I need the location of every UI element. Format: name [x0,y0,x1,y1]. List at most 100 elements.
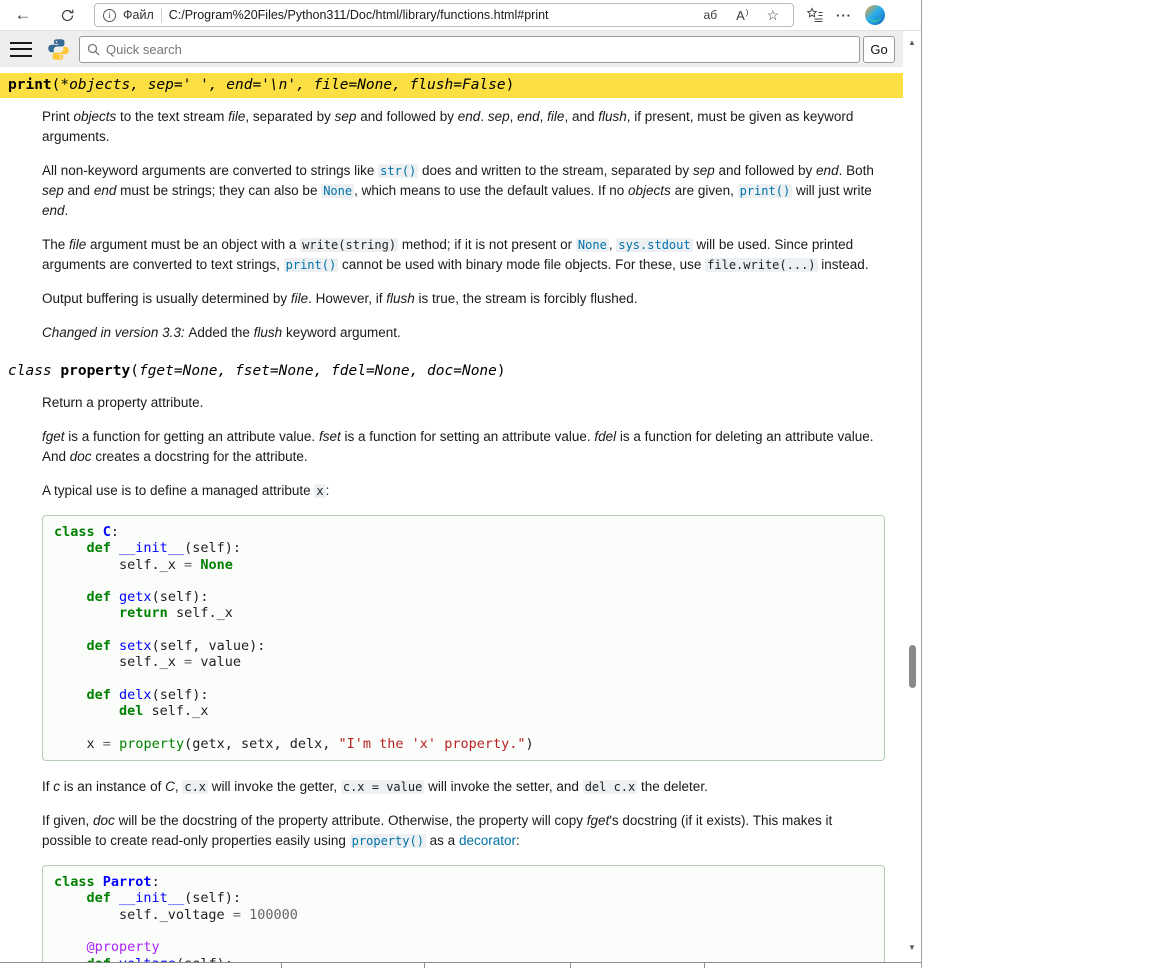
paragraph: A typical use is to define a managed att… [42,481,885,501]
python-logo-glyph [46,37,71,62]
text-segment: file [228,109,245,124]
text-segment: . [480,109,488,124]
text-segment: c.x [182,780,208,794]
text-segment: will invoke the getter, [208,779,341,794]
page-info-icon[interactable]: i [103,9,116,22]
text-segment: end [816,163,839,178]
code-line: def setx(self, value): [54,638,873,654]
text-segment: fget [42,429,65,444]
text-segment: If [42,779,53,794]
text-segment: : [326,483,330,498]
docs-search-bar: Go [0,31,903,67]
text-segment: end [517,109,540,124]
text-segment: fdel [594,429,616,444]
refresh-button[interactable] [54,2,80,28]
code-line: class C: [54,524,873,540]
text-segment: sep [42,183,64,198]
code-example-parrot-class: class Parrot: def __init__(self): self._… [42,865,885,968]
favorites-hub-icon[interactable] [806,7,824,23]
text-segment: Print [42,109,74,124]
text-segment: file.write(...) [705,258,817,272]
page-content: Go print(*objects, sep=' ', end='\n', fi… [0,31,903,968]
text-segment: flush [386,291,415,306]
text-segment: sep [693,163,715,178]
text-segment: as a [426,833,459,848]
text-segment: is an instance of [60,779,165,794]
quick-search-box[interactable] [79,36,860,63]
text-segment: method; if it is not present or [398,237,576,252]
back-button[interactable]: ← [10,2,36,28]
text-segment: property [60,363,130,379]
search-go-button[interactable]: Go [863,36,895,63]
browser-window: ← i Файл C:/Program%20Files/Python311/Do… [0,0,922,968]
paragraph: If given, doc will be the docstring of t… [42,811,885,851]
scroll-down-icon[interactable]: ▼ [903,940,921,956]
text-segment: If given, [42,813,93,828]
code-line [54,923,873,939]
paragraph: Return a property attribute. [42,393,885,413]
text-segment: will invoke the setter, and [424,779,582,794]
print-description: Print objects to the text stream file, s… [42,107,885,343]
settings-more-icon[interactable]: ··· [836,8,852,23]
text-segment: ( [130,363,139,379]
url-text[interactable]: C:/Program%20Files/Python311/Doc/html/li… [169,8,691,22]
text-segment: A typical use is to define a managed att… [42,483,314,498]
code-line: return self._x [54,605,873,621]
browser-toolbar: ← i Файл C:/Program%20Files/Python311/Do… [0,0,921,31]
text-segment: c [53,779,60,794]
code-line: def getx(self): [54,589,873,605]
text-segment: cannot be used with binary mode file obj… [338,257,705,272]
code-link[interactable]: property() [350,834,426,848]
code-link[interactable]: None [321,184,354,198]
text-segment: fset [319,429,341,444]
quick-search-input[interactable] [106,42,852,57]
code-line [54,720,873,736]
text-segment: are given, [671,183,738,198]
scroll-up-icon[interactable]: ▲ [903,35,921,51]
text-segment: Output buffering is usually determined b… [42,291,291,306]
code-link[interactable]: str() [378,164,418,178]
text-link[interactable]: decorator [459,833,516,848]
text-segment: will be the docstring of the property at… [115,813,587,828]
text-segment: flush [254,325,283,340]
code-line: def __init__(self): [54,540,873,556]
code-line: self._voltage = 100000 [54,907,873,923]
text-segment: : [516,833,520,848]
browser-profile-icon[interactable] [864,4,886,26]
address-bar[interactable]: i Файл C:/Program%20Files/Python311/Doc/… [94,3,794,27]
vertical-scrollbar[interactable]: ▲ ▼ [903,31,921,968]
code-link[interactable]: print() [284,258,339,272]
text-segment: , separated by [245,109,334,124]
code-line [54,671,873,687]
divider-tick [424,963,425,968]
text-segment: and [64,183,94,198]
text-segment: objects [628,183,671,198]
window-bottom-edge [0,962,922,968]
text-segment: and followed by [356,109,457,124]
code-line [54,622,873,638]
search-icon [87,43,100,56]
text-segment: is a function for setting an attribute v… [341,429,595,444]
code-line: x = property(getx, setx, delx, "I'm the … [54,736,873,752]
translate-icon[interactable]: аб [698,8,724,22]
text-segment: keyword argument. [282,325,401,340]
code-link[interactable]: sys.stdout [616,238,692,252]
python-logo-icon[interactable] [46,37,71,62]
paragraph: If c is an instance of C, c.x will invok… [42,777,885,797]
code-link[interactable]: print() [738,184,793,198]
read-aloud-icon[interactable]: A [730,8,753,23]
code-line: self._x = value [54,654,873,670]
text-segment: , which means to use the default values.… [354,183,628,198]
code-link[interactable]: None [576,238,609,252]
text-segment: end [458,109,481,124]
add-favorite-icon[interactable]: ☆ [760,7,785,24]
text-segment: . However, if [308,291,386,306]
code-line: def __init__(self): [54,890,873,906]
text-segment: to the text stream [116,109,228,124]
text-segment: sep [488,109,510,124]
text-segment: C [165,779,175,794]
scrollbar-thumb[interactable] [909,645,916,688]
menu-icon[interactable] [10,42,32,57]
refresh-icon [60,8,75,23]
text-segment: The [42,237,69,252]
